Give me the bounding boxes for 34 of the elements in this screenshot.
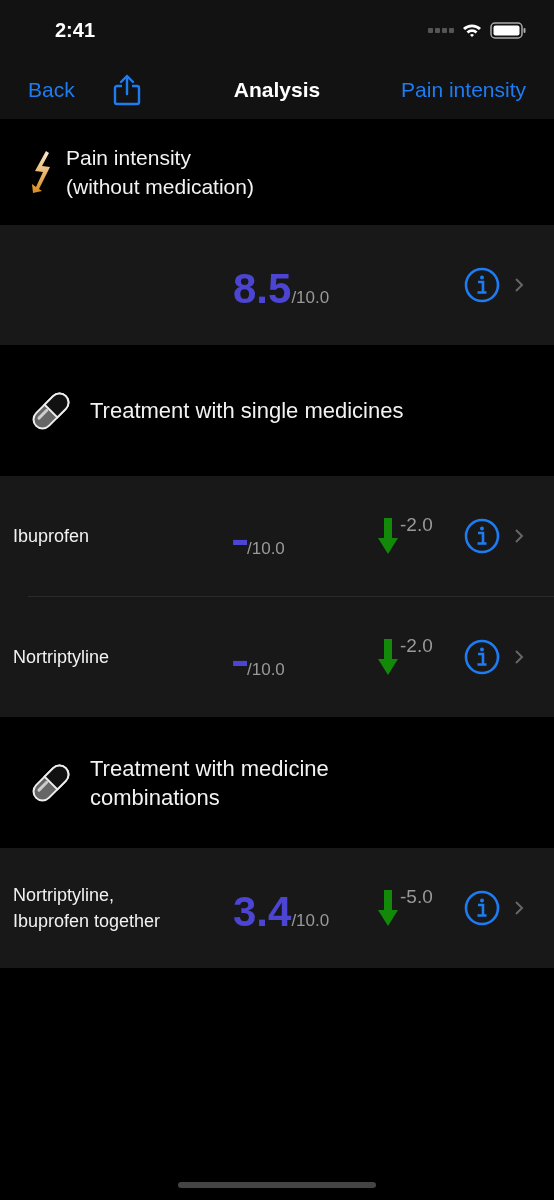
section-title: Treatment with medicine combinations: [90, 754, 329, 812]
medicine-name: Ibuprofen: [13, 525, 91, 548]
change-value: -5.0: [400, 886, 433, 908]
chevron-icon: [514, 649, 524, 665]
score-value: 8.5: [233, 265, 292, 313]
score-scale: /10.0: [291, 911, 330, 931]
chevron-icon: [514, 277, 524, 293]
change-value: -2.0: [400, 635, 433, 657]
result-row[interactable]: Nortriptyline, Ibuprofen together 3.4/10.0 -5.0: [0, 848, 554, 968]
down-arrow-icon: [378, 890, 398, 926]
pain-intensity-button[interactable]: Pain intensity: [401, 77, 526, 102]
chevron-icon: [514, 528, 524, 544]
share-icon[interactable]: [112, 73, 141, 106]
back-button[interactable]: Back: [28, 77, 75, 102]
status-time: 2:41: [55, 18, 96, 42]
info-icon[interactable]: [464, 890, 500, 926]
nav-title: Analysis: [233, 77, 321, 102]
battery-icon: [490, 21, 526, 39]
info-icon[interactable]: [464, 518, 500, 554]
info-icon[interactable]: [464, 639, 500, 675]
wifi-icon: [462, 22, 482, 38]
info-icon[interactable]: [464, 267, 500, 303]
result-row[interactable]: 8.5/10.0: [0, 225, 554, 345]
medicine-name: Nortriptyline, Ibuprofen together: [13, 884, 162, 933]
down-arrow-icon: [378, 639, 398, 675]
change-value: -2.0: [400, 514, 433, 536]
medicine-name: Nortriptyline: [13, 646, 111, 669]
signal-icon: [428, 27, 454, 33]
down-arrow-icon: [378, 518, 398, 554]
score-scale: /10.0: [291, 288, 330, 308]
score-value: 3.4: [233, 888, 292, 936]
section-title: Treatment with single medicines: [90, 397, 404, 425]
section-title: Pain intensity (without medication): [66, 145, 254, 200]
chevron-icon: [514, 900, 524, 916]
